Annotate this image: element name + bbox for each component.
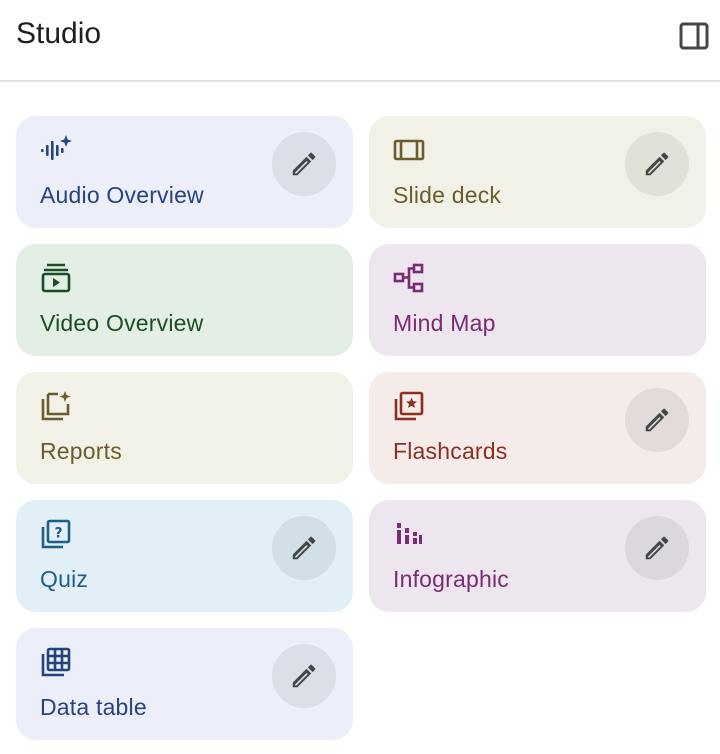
side-panel-icon bbox=[679, 22, 709, 50]
card-infographic[interactable]: Infographic bbox=[369, 500, 706, 612]
slides-icon bbox=[393, 134, 425, 166]
card-slide-deck[interactable]: Slide deck bbox=[369, 116, 706, 228]
collapse-panel-button[interactable] bbox=[674, 16, 714, 56]
reports-icon bbox=[40, 390, 72, 422]
edit-data-table-button[interactable] bbox=[272, 644, 336, 708]
card-label: Mind Map bbox=[393, 310, 496, 336]
card-label: Reports bbox=[40, 438, 122, 464]
studio-header: Studio bbox=[0, 0, 720, 82]
card-reports[interactable]: Reports bbox=[16, 372, 353, 484]
pencil-icon bbox=[292, 152, 316, 176]
card-label: Video Overview bbox=[40, 310, 204, 336]
pencil-icon bbox=[645, 536, 669, 560]
card-flashcards[interactable]: Flashcards bbox=[369, 372, 706, 484]
card-quiz[interactable]: ? Quiz bbox=[16, 500, 353, 612]
quiz-icon: ? bbox=[40, 518, 72, 550]
mind-map-icon bbox=[393, 262, 425, 294]
card-label: Quiz bbox=[40, 566, 89, 592]
card-label: Slide deck bbox=[393, 182, 502, 208]
pencil-icon bbox=[645, 408, 669, 432]
card-video-overview[interactable]: Video Overview bbox=[16, 244, 353, 356]
pencil-icon bbox=[292, 536, 316, 560]
page-title: Studio bbox=[16, 17, 102, 50]
edit-slide-deck-button[interactable] bbox=[625, 132, 689, 196]
card-data-table[interactable]: Data table bbox=[16, 628, 353, 740]
video-stack-icon bbox=[40, 262, 72, 294]
edit-quiz-button[interactable] bbox=[272, 516, 336, 580]
infographic-icon bbox=[393, 518, 425, 550]
edit-audio-overview-button[interactable] bbox=[272, 132, 336, 196]
svg-text:?: ? bbox=[54, 526, 62, 542]
flashcards-icon bbox=[393, 390, 425, 422]
card-audio-overview[interactable]: Audio Overview bbox=[16, 116, 353, 228]
pencil-icon bbox=[645, 152, 669, 176]
pencil-icon bbox=[292, 664, 316, 688]
card-label: Flashcards bbox=[393, 438, 508, 464]
audio-sparkle-icon bbox=[40, 134, 72, 166]
edit-infographic-button[interactable] bbox=[625, 516, 689, 580]
data-table-icon bbox=[40, 646, 72, 678]
edit-flashcards-button[interactable] bbox=[625, 388, 689, 452]
card-label: Audio Overview bbox=[40, 182, 204, 208]
card-label: Infographic bbox=[393, 566, 509, 592]
card-mind-map[interactable]: Mind Map bbox=[369, 244, 706, 356]
card-label: Data table bbox=[40, 694, 147, 720]
